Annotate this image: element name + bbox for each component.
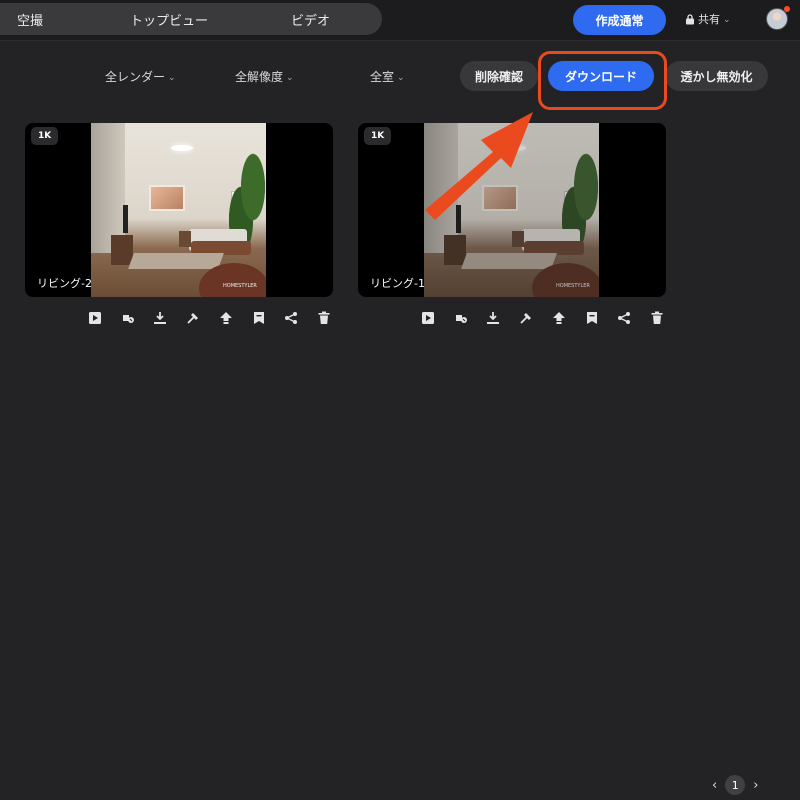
filter-renders[interactable]: 全レンダー ⌄ [105, 68, 176, 85]
upload-icon[interactable] [218, 310, 234, 326]
disable-watermark-button[interactable]: 透かし無効化 [665, 61, 768, 91]
page-number[interactable]: 1 [725, 775, 746, 795]
share-icon[interactable] [283, 310, 299, 326]
watermark-icon[interactable] [120, 310, 136, 326]
play-icon[interactable] [420, 310, 436, 326]
pointer-arrow-icon [425, 112, 533, 220]
watermark-logo: HOMESTYLER [556, 283, 590, 289]
prev-page-button[interactable]: ‹ [712, 778, 717, 793]
chevron-down-icon: ⌄ [723, 15, 731, 25]
tab-aerial[interactable]: 空撮 [17, 10, 43, 29]
tab-top-view[interactable]: トップビュー [130, 10, 208, 29]
upload-icon[interactable] [551, 310, 567, 326]
filter-rooms[interactable]: 全室 ⌄ [370, 68, 405, 85]
filter-rooms-label: 全室 [370, 70, 395, 84]
card-title: リビング-2 [37, 277, 92, 290]
delete-icon[interactable] [316, 310, 332, 326]
resolution-badge: 1K [31, 127, 59, 145]
top-bar-divider [0, 40, 800, 41]
filter-resolution-label: 全解像度 [235, 70, 284, 84]
create-button[interactable]: 作成通常 [573, 5, 666, 35]
chevron-down-icon: ⌄ [397, 72, 405, 83]
play-icon[interactable] [87, 310, 103, 326]
watermark-logo: HOMESTYLER [223, 283, 257, 289]
watermark-icon[interactable] [453, 310, 469, 326]
chevron-down-icon: ⌄ [168, 72, 176, 83]
delete-icon[interactable] [649, 310, 665, 326]
edit-icon[interactable] [185, 310, 201, 326]
filter-renders-label: 全レンダー [105, 70, 166, 84]
chevron-down-icon: ⌄ [286, 72, 294, 83]
notification-dot [784, 6, 790, 12]
confirm-delete-button[interactable]: 削除確認 [460, 61, 538, 91]
share-icon[interactable] [616, 310, 632, 326]
edit-icon[interactable] [518, 310, 534, 326]
card-title: リビング-1 [370, 277, 425, 290]
download-highlight-box [538, 51, 667, 110]
download-icon[interactable] [152, 310, 168, 326]
filter-resolution[interactable]: 全解像度 ⌄ [235, 68, 294, 85]
bookmark-icon[interactable] [584, 310, 600, 326]
lock-icon [686, 13, 694, 24]
render-thumbnail: HOMESTYLER [91, 123, 266, 297]
next-page-button[interactable]: › [753, 778, 758, 793]
pagination: ‹ 1 › [712, 775, 758, 795]
bookmark-icon[interactable] [251, 310, 267, 326]
render-card-1[interactable]: HOMESTYLER 1K リビング-2 [25, 123, 333, 297]
tab-video[interactable]: ビデオ [291, 10, 330, 29]
download-icon[interactable] [485, 310, 501, 326]
share-label: 共有 [698, 13, 720, 26]
resolution-badge: 1K [364, 127, 392, 145]
share-button[interactable]: 共有 ⌄ [685, 11, 731, 27]
